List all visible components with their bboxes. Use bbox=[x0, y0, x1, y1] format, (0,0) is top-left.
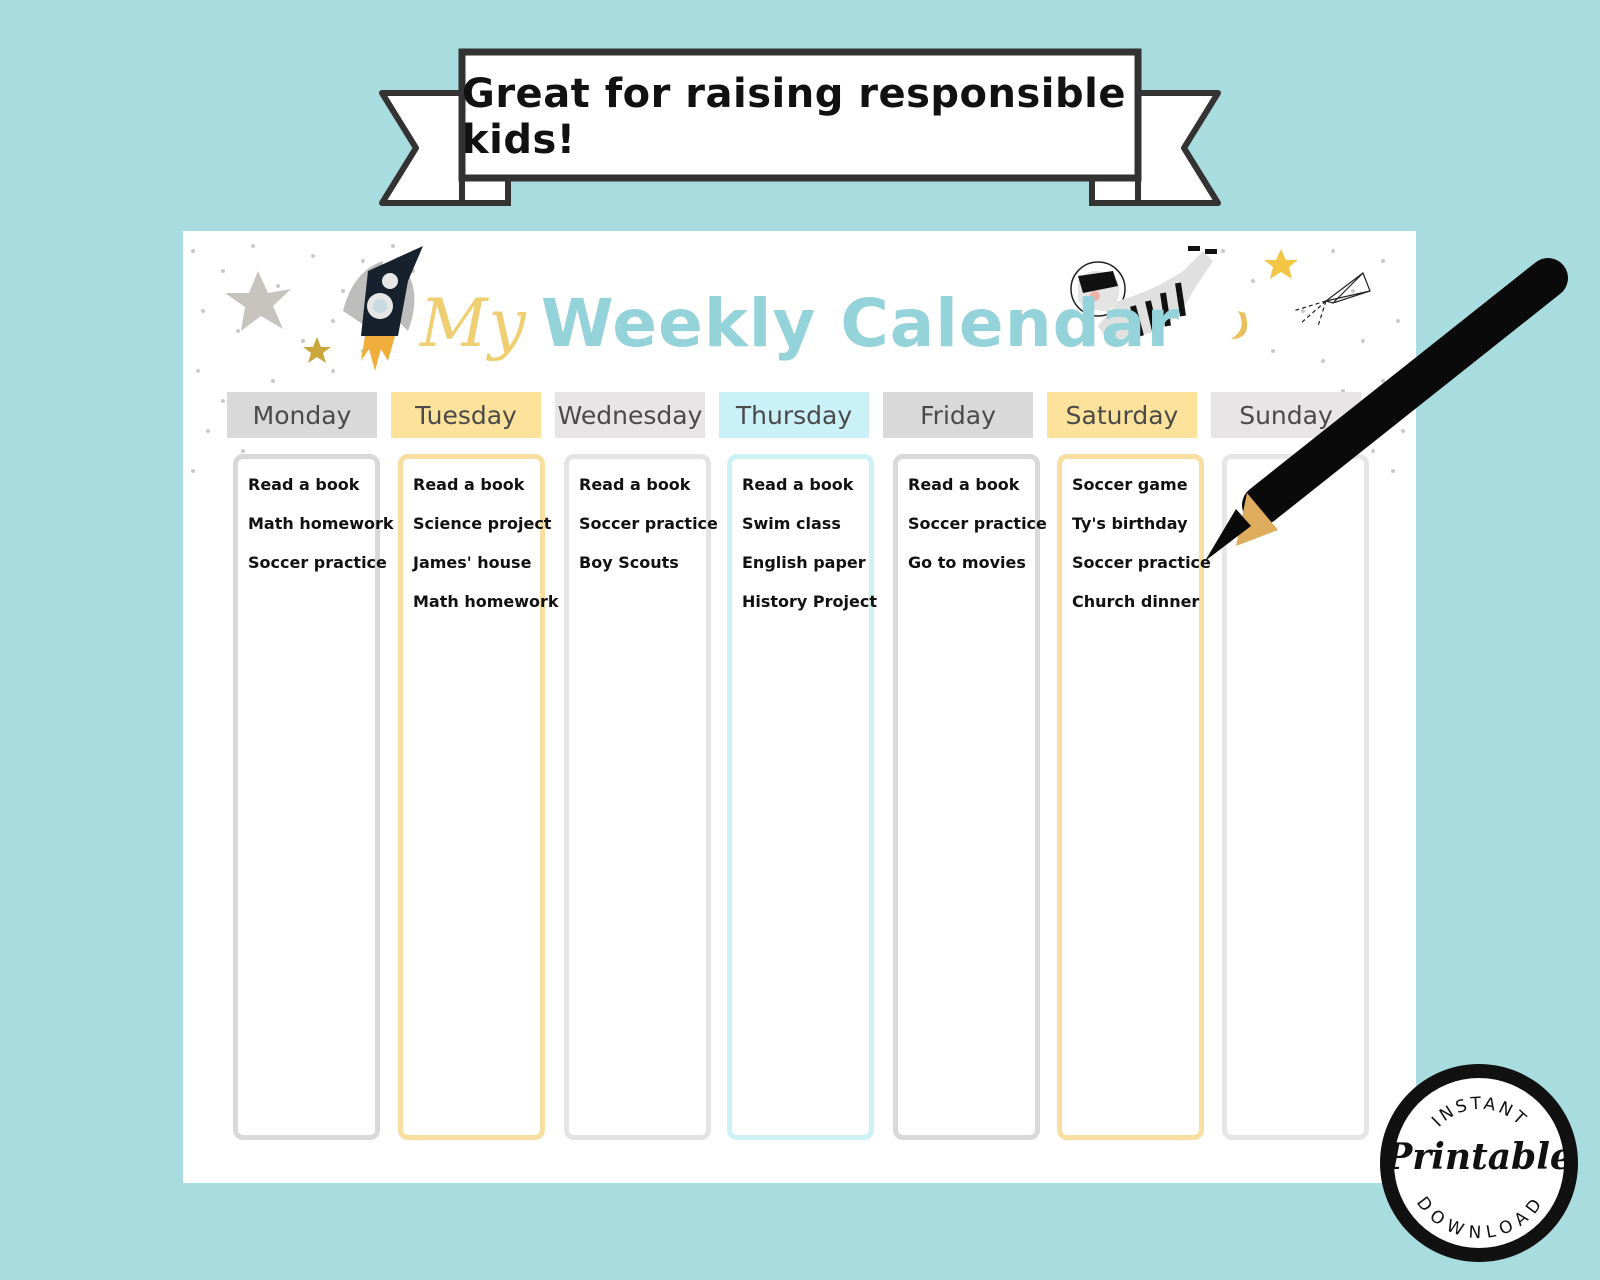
calendar-title: My Weekly Calendar bbox=[0, 285, 1600, 362]
badge-main-text: Printable bbox=[1385, 1136, 1573, 1178]
badge-bottom-text: DOWNLOAD bbox=[1412, 1193, 1545, 1243]
day-task-box-monday[interactable]: Read a book Math homework Soccer practice bbox=[233, 454, 394, 1140]
task-item: Math homework bbox=[248, 514, 394, 533]
svg-text:INSTANT: INSTANT bbox=[1428, 1094, 1532, 1131]
banner-text: Great for raising responsible kids! bbox=[462, 71, 1126, 163]
task-item: Ty's birthday bbox=[1072, 514, 1188, 533]
task-item: Math homework bbox=[413, 592, 559, 611]
instant-printable-badge: INSTANT DOWNLOAD Printable bbox=[1380, 1064, 1578, 1262]
day-header-thursday: Thursday bbox=[719, 392, 869, 438]
task-item: Soccer practice bbox=[579, 514, 718, 533]
task-item: English paper bbox=[742, 553, 866, 572]
task-item: Science project bbox=[413, 514, 552, 533]
ribbon-banner: Great for raising responsible kids! bbox=[0, 0, 1600, 220]
task-item: Soccer practice bbox=[908, 514, 1047, 533]
task-item: Swim class bbox=[742, 514, 841, 533]
star-icon bbox=[1264, 249, 1298, 279]
title-main: Weekly Calendar bbox=[540, 285, 1181, 362]
task-item: Soccer practice bbox=[248, 553, 387, 572]
task-item: Boy Scouts bbox=[579, 553, 679, 572]
day-header-monday: Monday bbox=[227, 392, 377, 438]
task-item: Read a book bbox=[413, 475, 525, 494]
task-item: History Project bbox=[742, 592, 878, 611]
day-header-wednesday: Wednesday bbox=[555, 392, 705, 438]
day-header-friday: Friday bbox=[883, 392, 1033, 438]
task-item: James' house bbox=[413, 553, 532, 572]
task-item: Soccer game bbox=[1072, 475, 1188, 494]
task-item: Read a book bbox=[248, 475, 360, 494]
day-task-box-friday[interactable]: Read a book Soccer practice Go to movies bbox=[893, 454, 1047, 1140]
day-task-box-sunday[interactable] bbox=[1222, 454, 1369, 1140]
task-item: Soccer practice bbox=[1072, 553, 1211, 572]
task-item: Read a book bbox=[742, 475, 854, 494]
day-task-box-thursday[interactable]: Read a book Swim class English paper Histor… bbox=[727, 454, 878, 1140]
task-item: Read a book bbox=[579, 475, 691, 494]
task-item: Church dinner bbox=[1072, 592, 1200, 611]
svg-text:DOWNLOAD: DOWNLOAD bbox=[1412, 1193, 1548, 1243]
day-header-tuesday: Tuesday bbox=[391, 392, 541, 438]
title-prefix: My bbox=[419, 285, 527, 362]
badge-top-text: INSTANT bbox=[1428, 1094, 1529, 1131]
day-task-box-tuesday[interactable]: Read a book Science project James' house Ma… bbox=[398, 454, 559, 1140]
task-item: Read a book bbox=[908, 475, 1020, 494]
day-header-saturday: Saturday bbox=[1047, 392, 1197, 438]
day-task-box-saturday[interactable]: Soccer game Ty's birthday Soccer practice C… bbox=[1057, 454, 1211, 1140]
day-task-box-wednesday[interactable]: Read a book Soccer practice Boy Scouts bbox=[564, 454, 718, 1140]
task-item: Go to movies bbox=[908, 553, 1026, 572]
day-header-sunday: Sunday bbox=[1211, 392, 1361, 438]
